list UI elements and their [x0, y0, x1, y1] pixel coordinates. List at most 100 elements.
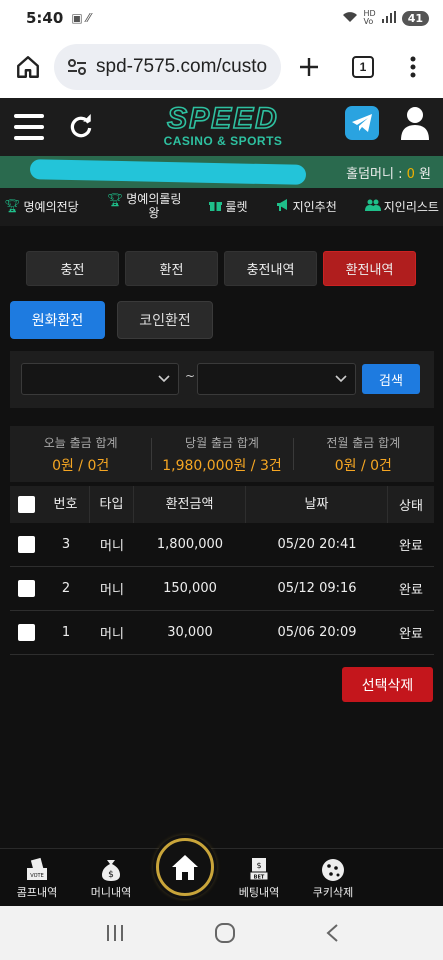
tab-withdraw-history[interactable]: 환전내역: [323, 251, 416, 286]
cell-type: 머니: [100, 539, 124, 554]
tab-deposit-history[interactable]: 충전내역: [224, 251, 317, 286]
summary-last-month: 전월 출금 합계 0원 / 0건: [292, 434, 434, 475]
back-icon[interactable]: [325, 923, 339, 943]
select-all-checkbox[interactable]: [17, 496, 35, 513]
home-circle-icon[interactable]: [214, 922, 236, 944]
row-checkbox-cell: [10, 624, 42, 641]
tab-deposit[interactable]: 충전: [26, 251, 119, 286]
chevron-down-icon: [158, 375, 170, 383]
main-content: 충전 환전 충전내역 환전내역 원화환전 코인환전 ~ 검색 오늘 출금 합계 …: [0, 226, 443, 848]
table-row: 2 머니 150,000 05/12 09:16 완료: [10, 567, 434, 611]
cell-amount: 150,000: [163, 581, 217, 596]
header-amount: 환전금액: [134, 486, 246, 523]
header-status: 상태: [399, 499, 423, 514]
holdem-label: 홀덤머니 :: [346, 166, 403, 182]
cell-status: 완료: [399, 627, 423, 642]
telegram-icon[interactable]: [345, 106, 379, 140]
bottom-nav-home[interactable]: [156, 838, 214, 896]
nav-referral[interactable]: 지인추천: [276, 199, 337, 215]
tab-switcher-button[interactable]: 1: [343, 47, 383, 87]
chevron-down-icon: [335, 375, 347, 383]
header-date: 날짜: [246, 486, 388, 523]
header-type: 타입: [90, 486, 134, 523]
tab-count: 1: [352, 56, 374, 78]
table-row: 1 머니 30,000 05/06 20:09 완료: [10, 611, 434, 655]
bottom-nav-label: 쿠키삭제: [312, 886, 354, 899]
summary-value: 0원 / 0건: [52, 457, 110, 474]
cell-no: 1: [61, 625, 71, 640]
end-date-select[interactable]: [197, 363, 356, 395]
summary-label: 당월 출금 합계: [185, 435, 259, 450]
bottom-nav-label: 베팅내역: [238, 886, 280, 899]
bottom-nav-bet[interactable]: $ BET 베팅내역: [222, 856, 296, 906]
sub-tab-krw[interactable]: 원화환전: [10, 301, 105, 339]
svg-text:BET: BET: [254, 875, 265, 881]
summary-this-month: 당월 출금 합계 1,980,000원 / 3건: [151, 434, 292, 475]
vote-box-icon: VOTE: [27, 857, 47, 880]
summary-value: 1,980,000원 / 3건: [162, 457, 282, 474]
trophy-icon: 🏆︎: [106, 193, 124, 208]
cell-date: 05/06 20:09: [277, 625, 357, 640]
table-row: 3 머니 1,800,000 05/20 20:41 완료: [10, 523, 434, 567]
bottom-nav-cookie[interactable]: 쿠키삭제: [296, 856, 370, 906]
wifi-icon: [342, 11, 358, 26]
status-time: 5:40: [26, 9, 64, 27]
holdem-value: 0: [406, 166, 415, 182]
bottom-nav: VOTE 콤프내역 $ 머니내역 $ BET 베팅내역 쿠키삭제: [0, 838, 443, 906]
refresh-icon[interactable]: [68, 114, 94, 140]
browser-home-button[interactable]: [10, 49, 46, 85]
svg-text:$: $: [256, 861, 261, 870]
site-header: SPEED CASINO & SPORTS: [0, 98, 443, 156]
nav-label-stack: 명예의롤링 왕: [126, 192, 181, 220]
start-date-select[interactable]: [21, 363, 179, 395]
nav-rolling-king[interactable]: 🏆︎ 명예의롤링 왕: [106, 192, 182, 220]
address-bar[interactable]: spd-7575.com/custo: [54, 44, 281, 90]
nav-label: 지인리스트: [383, 200, 439, 214]
menu-icon[interactable]: [14, 114, 44, 140]
summary-today: 오늘 출금 합계 0원 / 0건: [10, 434, 151, 475]
row-checkbox[interactable]: [17, 580, 35, 597]
android-navigation-bar: [0, 906, 443, 960]
bet-icon: $ BET: [249, 858, 269, 881]
holdem-money: 홀덤머니 : 0 원: [346, 163, 431, 182]
nav-referral-list[interactable]: 지인리스트: [364, 199, 439, 215]
row-checkbox-cell: [10, 580, 42, 597]
volte-icon: HD Vo: [363, 9, 376, 26]
cookie-icon: [322, 859, 344, 881]
bottom-nav-label: 콤프내역: [16, 886, 58, 899]
date-filter: ~ 검색: [10, 351, 434, 408]
summary-label: 전월 출금 합계: [326, 435, 401, 450]
trophy-icon: 🏆︎: [4, 199, 21, 214]
nav-roulette[interactable]: 룰렛: [209, 199, 248, 215]
nav-hall-of-fame[interactable]: 🏆︎ 명예의전당: [4, 199, 79, 215]
nav-label-line1: 명예의롤링: [126, 192, 182, 206]
bottom-nav-comp[interactable]: VOTE 콤프내역: [0, 856, 74, 906]
delete-selected-button[interactable]: 선택삭제: [342, 667, 433, 702]
user-icon[interactable]: [400, 106, 430, 140]
search-button[interactable]: 검색: [362, 364, 420, 394]
site-settings-icon[interactable]: [66, 58, 88, 76]
sub-tab-coin[interactable]: 코인환전: [117, 301, 213, 339]
row-checkbox[interactable]: [17, 536, 35, 553]
site-logo[interactable]: SPEED CASINO & SPORTS: [158, 103, 288, 148]
row-checkbox-cell: [10, 536, 42, 553]
browser-toolbar: spd-7575.com/custo 1: [0, 36, 443, 98]
home-icon: [17, 56, 39, 78]
browser-menu-button[interactable]: [393, 47, 433, 87]
recents-icon[interactable]: [105, 924, 125, 942]
withdrawal-summary: 오늘 출금 합계 0원 / 0건 당월 출금 합계 1,980,000원 / 3…: [10, 426, 434, 482]
cell-status: 완료: [399, 539, 423, 554]
redacted-user-info: [29, 159, 307, 185]
new-tab-button[interactable]: [289, 47, 329, 87]
tab-withdraw[interactable]: 환전: [125, 251, 218, 286]
logo-sub-text: CASINO & SPORTS: [163, 134, 283, 148]
notification-icons: ▣ ⁄⁄: [71, 11, 91, 25]
gift-icon: [209, 199, 223, 215]
cell-status: 완료: [399, 583, 423, 598]
money-bag-icon: $: [102, 860, 120, 881]
bottom-nav-money[interactable]: $ 머니내역: [74, 856, 148, 906]
row-checkbox[interactable]: [17, 624, 35, 641]
users-icon: [364, 199, 381, 215]
status-right: HD Vo 41: [342, 9, 429, 26]
cell-date: 05/20 20:41: [277, 537, 357, 552]
